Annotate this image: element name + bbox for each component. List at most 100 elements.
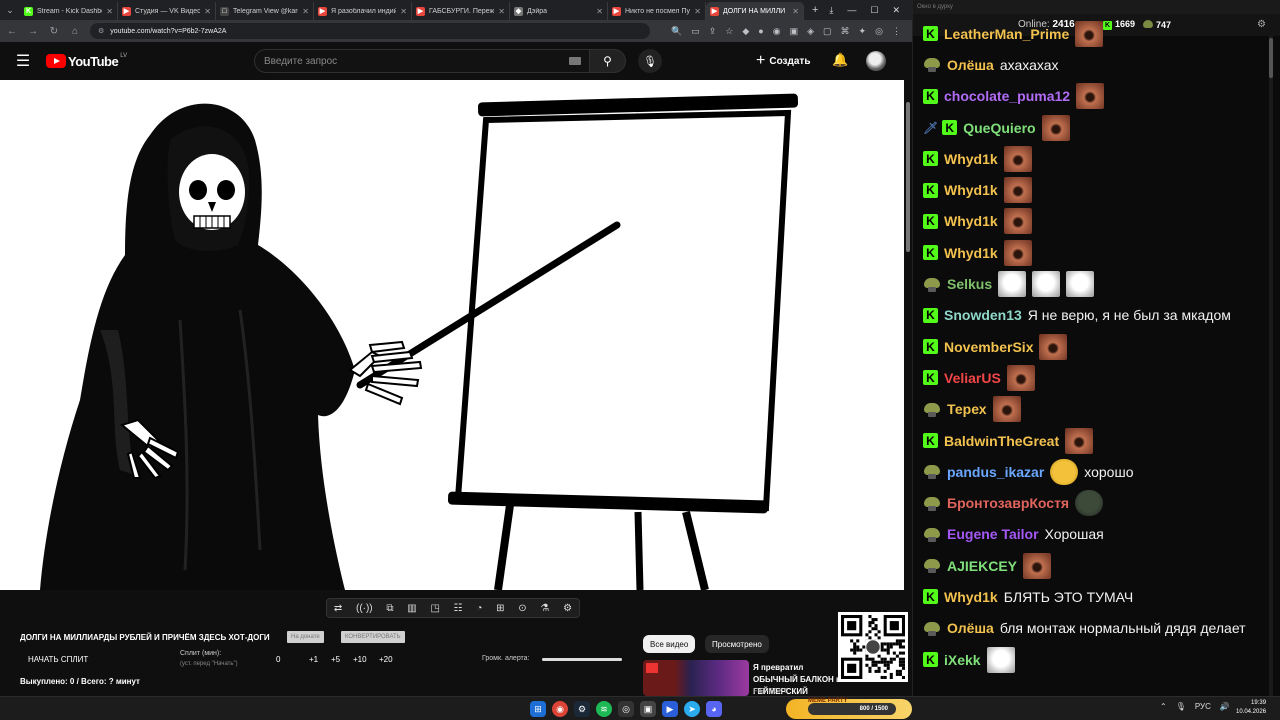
maximize-icon[interactable]: ☐ bbox=[870, 5, 878, 16]
share-icon[interactable]: ⇪ bbox=[709, 26, 717, 37]
tab-close-icon[interactable]: ✕ bbox=[792, 7, 799, 16]
page-scrollbar[interactable] bbox=[904, 42, 912, 696]
extension-icon[interactable]: ▢ bbox=[823, 26, 832, 37]
convert-badge[interactable]: КОНВЕРТИРОВАТЬ bbox=[341, 631, 405, 643]
chat-username[interactable]: Whyd1k bbox=[944, 589, 998, 605]
voice-search-icon[interactable]: 🎙 bbox=[638, 49, 662, 73]
chat-username[interactable]: Олёша bbox=[947, 57, 994, 73]
notifications-bell-icon[interactable]: 🔔 bbox=[832, 52, 848, 68]
profile-icon[interactable]: ◎ bbox=[875, 26, 883, 37]
discord-icon[interactable]: ◕ bbox=[706, 701, 722, 717]
browser-tab[interactable]: K Stream - Kick Dashboard ✕ bbox=[20, 2, 118, 20]
chat-username[interactable]: NovemberSix bbox=[944, 339, 1033, 355]
cast-icon[interactable]: ⧉ bbox=[386, 603, 393, 614]
browser-tab[interactable]: □ Telegram View @kargo ✕ bbox=[216, 2, 314, 20]
chat-username[interactable]: BaldwinTheGreat bbox=[944, 433, 1059, 449]
create-button[interactable]: + Создать bbox=[756, 50, 810, 72]
tab-close-icon[interactable]: ✕ bbox=[302, 7, 309, 16]
chat-scrollbar[interactable] bbox=[1269, 36, 1273, 696]
tab-close-icon[interactable]: ✕ bbox=[106, 7, 113, 16]
spotify-icon[interactable]: ≋ bbox=[596, 701, 612, 717]
telegram-icon[interactable]: ➤ bbox=[684, 701, 700, 717]
browser-tab[interactable]: ▶ Студия — VK Видео Live✕ bbox=[118, 2, 216, 20]
chat-username[interactable]: Терех bbox=[947, 401, 987, 417]
chat-username[interactable]: Snowden13 bbox=[944, 307, 1022, 323]
tab-close-icon[interactable]: ✕ bbox=[204, 7, 211, 16]
alert-volume-slider[interactable] bbox=[542, 658, 622, 661]
picture-in-picture-icon[interactable]: ◳ bbox=[430, 603, 439, 614]
video-player[interactable] bbox=[0, 80, 904, 590]
extension-icon[interactable]: ◈ bbox=[807, 26, 814, 37]
zoom-icon[interactable]: 🔍 bbox=[671, 26, 682, 37]
close-window-icon[interactable]: ✕ bbox=[892, 5, 900, 16]
chat-username[interactable]: AJIEKCEY bbox=[947, 558, 1017, 574]
split-plus-10-button[interactable]: +10 bbox=[353, 655, 367, 664]
chat-username[interactable]: Whyd1k bbox=[944, 245, 998, 261]
chat-username[interactable]: Whyd1k bbox=[944, 151, 998, 167]
loop-icon[interactable]: ⇄ bbox=[334, 603, 342, 614]
back-icon[interactable]: ← bbox=[6, 26, 18, 37]
chip-all-videos[interactable]: Все видео bbox=[643, 635, 696, 653]
microphone-icon[interactable]: 🎙 bbox=[1176, 702, 1186, 711]
chat-username[interactable]: chocolate_puma12 bbox=[944, 88, 1070, 104]
browser-tab[interactable]: ▶ ГАБСБУРГИ. Пережит ✕ bbox=[412, 2, 510, 20]
youtube-logo[interactable]: YouTube LV bbox=[46, 53, 127, 69]
gear-icon[interactable]: ⚙ bbox=[563, 603, 572, 614]
app-icon[interactable]: ▣ bbox=[640, 701, 656, 717]
extension-icon[interactable]: ◉ bbox=[773, 26, 781, 37]
recommended-thumbnail[interactable] bbox=[643, 660, 749, 696]
bookmark-star-icon[interactable]: ☆ bbox=[725, 26, 733, 37]
clock[interactable]: 19:39 10.04.2026 bbox=[1236, 699, 1266, 717]
minimize-icon[interactable]: — bbox=[847, 5, 856, 16]
chat-username[interactable]: Selkus bbox=[947, 276, 992, 292]
tray-chevron-icon[interactable]: ⌃ bbox=[1160, 702, 1167, 711]
player-icon[interactable]: ▶ bbox=[662, 701, 678, 717]
tab-close-icon[interactable]: ✕ bbox=[596, 7, 603, 16]
cast-icon[interactable]: ▭ bbox=[691, 26, 700, 37]
chat-username[interactable]: VeliarUS bbox=[944, 370, 1001, 386]
search-button[interactable]: ⚲ bbox=[590, 49, 626, 73]
extension-icon[interactable]: ● bbox=[758, 26, 763, 37]
add-frame-icon[interactable]: ⊞ bbox=[496, 603, 504, 614]
chat-scrollbar-thumb[interactable] bbox=[1269, 38, 1273, 78]
speed-icon[interactable]: ◔ bbox=[476, 603, 482, 614]
keyboard-icon[interactable] bbox=[569, 57, 581, 65]
hamburger-menu-icon[interactable]: ☰ bbox=[0, 51, 46, 71]
browser-tab[interactable]: ▶ Я разоблачил индийск ✕ bbox=[314, 2, 412, 20]
tab-close-icon[interactable]: ✕ bbox=[400, 7, 407, 16]
speaker-icon[interactable]: 🔊 bbox=[1220, 702, 1230, 711]
steam-icon[interactable]: ⚙ bbox=[574, 701, 590, 717]
chip-watched[interactable]: Просмотрено bbox=[705, 635, 769, 653]
split-plus-20-button[interactable]: +20 bbox=[379, 655, 393, 664]
chat-username[interactable]: Whyd1k bbox=[944, 213, 998, 229]
tab-close-icon[interactable]: ✕ bbox=[694, 7, 701, 16]
browser-tab[interactable]: ▶ Никто не посмел Пути ✕ bbox=[608, 2, 706, 20]
chat-username[interactable]: Eugene Tailor bbox=[947, 526, 1039, 542]
chat-username[interactable]: БронтозаврКостя bbox=[947, 495, 1069, 511]
new-tab-icon[interactable]: + bbox=[804, 4, 826, 16]
site-info-icon[interactable]: ⚙ bbox=[98, 27, 104, 35]
extension-icon[interactable]: ◆ bbox=[742, 26, 749, 37]
chat-username[interactable]: iXekk bbox=[944, 652, 981, 668]
split-plus-1-button[interactable]: +1 bbox=[309, 655, 318, 664]
start-split-button[interactable]: НАЧАТЬ СПЛИТ bbox=[28, 655, 88, 664]
flask-icon[interactable]: ⚗ bbox=[540, 603, 549, 614]
search-input[interactable] bbox=[254, 49, 590, 73]
list-icon[interactable]: ☷ bbox=[454, 603, 463, 614]
chat-username[interactable]: QueQuiero bbox=[963, 120, 1035, 136]
recommended-channel[interactable]: FISPECKT bbox=[753, 688, 787, 695]
meme-party-widget[interactable]: MEME PARTY 800 / 1500 bbox=[786, 698, 912, 719]
browser-menu-icon[interactable]: ⋮ bbox=[892, 26, 901, 37]
home-icon[interactable]: ⌂ bbox=[69, 26, 81, 37]
extension-icon[interactable]: ▣ bbox=[790, 26, 799, 37]
download-icon[interactable]: ⤓ bbox=[829, 5, 833, 16]
obs-icon[interactable]: ◎ bbox=[618, 701, 634, 717]
chat-username[interactable]: pandus_ikazar bbox=[947, 464, 1044, 480]
reload-icon[interactable]: ↻ bbox=[48, 26, 60, 37]
browser-tab[interactable]: ▶ ДОЛГИ НА МИЛЛИ ✕ bbox=[706, 2, 804, 20]
browser-tab[interactable]: ◆ Дэйра ✕ bbox=[510, 2, 608, 20]
chrome-icon[interactable]: ◉ bbox=[552, 701, 568, 717]
donate-badge[interactable]: На донате bbox=[287, 631, 324, 643]
start-menu-icon[interactable]: ⊞ bbox=[530, 701, 546, 717]
scrollbar-thumb[interactable] bbox=[906, 102, 910, 252]
